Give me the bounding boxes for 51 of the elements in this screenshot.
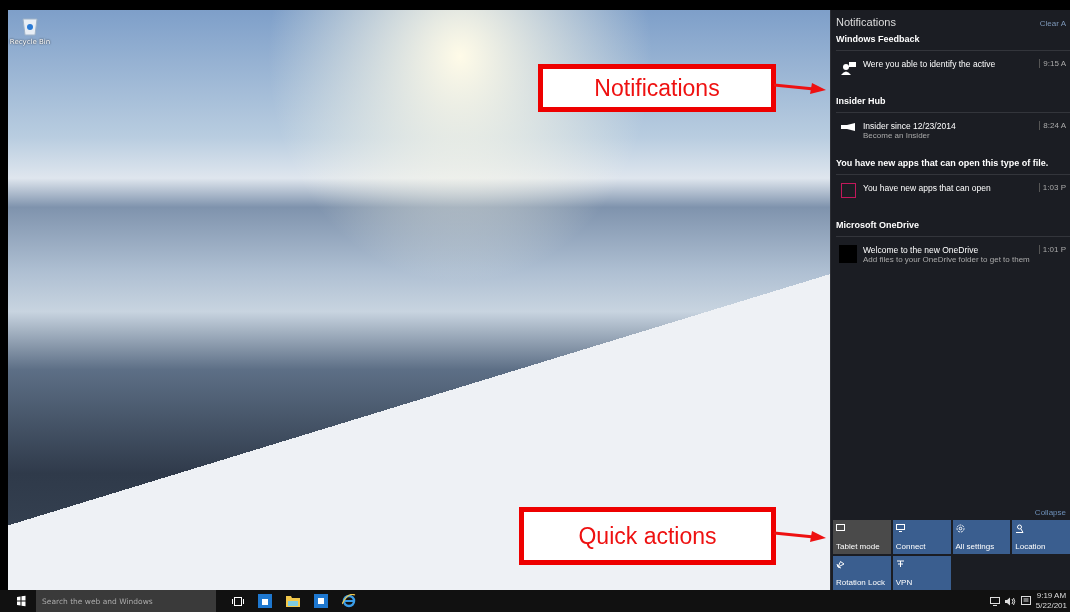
notification-text: Welcome to the new OneDrive (863, 245, 980, 255)
monitor-icon (895, 524, 905, 532)
notification-subtext: Become an Insider (863, 131, 931, 140)
vpn-icon (895, 560, 905, 568)
notification-text: Insider since 12/23/2014 (863, 121, 957, 131)
quick-action-tile[interactable]: All settings (952, 520, 1011, 554)
person-pin-icon (1015, 524, 1025, 533)
settings-icon (955, 524, 965, 533)
recycle-bin-icon[interactable] (21, 16, 39, 36)
annotation-arrow (774, 81, 826, 95)
notification-text: Were you able to identify the active (863, 59, 997, 69)
notification-time: 1:03 P (1038, 183, 1070, 192)
notification-group-title: Windows Feedback (835, 33, 921, 46)
task-view-icon[interactable] (232, 596, 244, 606)
tablet-icon (836, 524, 845, 532)
annotation-arrow (774, 529, 826, 543)
person-feedback-icon (840, 61, 856, 75)
mail-app-icon[interactable] (314, 594, 328, 608)
notification-subtext: Add files to your OneDrive folder to get to them (863, 255, 1031, 264)
notification-center-icon[interactable] (1020, 596, 1031, 606)
panel-title: Notifications (836, 16, 896, 28)
app-tile-icon (840, 183, 856, 198)
app-tile-icon (839, 245, 857, 263)
annotation-callout: Quick actions (519, 507, 776, 565)
folder-icon[interactable] (286, 595, 300, 607)
notification-text: You have new apps that can open (863, 183, 992, 193)
notification-time: 9:15 A (1039, 59, 1070, 68)
notification-group-title: Microsoft OneDrive (835, 219, 921, 232)
rotation-icon (836, 560, 845, 569)
notification-item[interactable]: Welcome to the new OneDrive Add files to your OneDrive folder to get to them 1:01 P (836, 236, 1070, 276)
clock[interactable]: 9:19 AM 5/22/201 (1035, 591, 1070, 611)
quick-action-tile[interactable]: VPN (892, 556, 951, 590)
quick-action-tile[interactable]: Tablet mode (833, 520, 891, 554)
browser-e-icon[interactable] (342, 594, 356, 608)
quick-action-tile[interactable]: Location (1012, 520, 1070, 554)
annotation-callout: Notifications (538, 64, 776, 112)
store-icon[interactable] (258, 594, 272, 608)
notification-time: 1:01 P (1038, 245, 1070, 254)
notification-group-title: Insider Hub (835, 95, 887, 108)
clear-all-link[interactable]: Clear A (1039, 19, 1066, 28)
notification-item[interactable]: Were you able to identify the active 9:15 A (836, 50, 1070, 90)
quick-action-tile[interactable]: Connect (892, 520, 951, 554)
notification-group-title: You have new apps that can open this type of file. (835, 157, 1050, 170)
megaphone-icon (841, 123, 855, 131)
quick-action-tile[interactable]: Rotation Lock (833, 556, 891, 590)
notification-item[interactable]: You have new apps that can open 1:03 P (836, 174, 1070, 214)
notification-item[interactable]: Insider since 12/23/2014 Become an Insider 8:24 A (836, 112, 1070, 152)
notification-time: 8:24 A (1039, 121, 1070, 130)
collapse-link[interactable]: Collapse (831, 508, 1070, 520)
volume-icon[interactable] (1004, 596, 1016, 606)
network-icon[interactable] (989, 596, 1000, 606)
